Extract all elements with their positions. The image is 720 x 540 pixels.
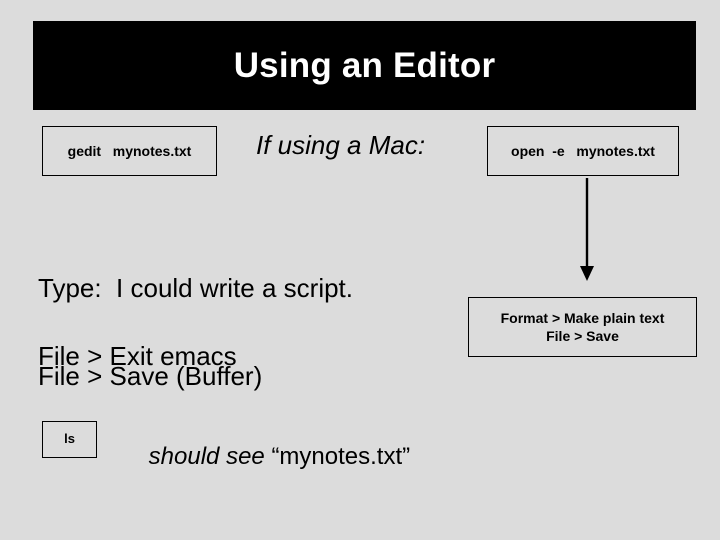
page-title: Using an Editor xyxy=(233,46,496,85)
open-command-box: open -e mynotes.txt xyxy=(487,126,679,176)
type-instruction-line: Type: I could write a script. xyxy=(38,273,354,304)
should-see-prefix: should see xyxy=(148,442,272,470)
format-save-box: Format > Make plain text File > Save xyxy=(468,297,697,357)
slide-canvas: Using an Editor gedit mynotes.txt If usi… xyxy=(0,0,720,540)
should-see-filename: “mynotes.txt” xyxy=(271,442,411,470)
mac-note-label: If using a Mac: xyxy=(256,130,426,160)
ls-command-box: ls xyxy=(42,421,97,458)
editor-instructions-block: Type: I could write a script. File > Sav… xyxy=(38,216,353,449)
gedit-command-text: gedit mynotes.txt xyxy=(67,142,192,159)
exit-emacs-line: File > Exit emacs xyxy=(38,341,237,371)
format-save-line: File > Save xyxy=(546,328,619,344)
ls-command-text: ls xyxy=(64,431,75,447)
should-see-line: should see “mynotes.txt” xyxy=(122,417,410,498)
down-arrow-icon xyxy=(580,178,594,281)
format-plain-text-line: Format > Make plain text xyxy=(500,309,665,326)
open-command-text: open -e mynotes.txt xyxy=(511,142,655,159)
gedit-command-box: gedit mynotes.txt xyxy=(42,126,217,176)
slide-title-bar: Using an Editor xyxy=(33,21,696,110)
